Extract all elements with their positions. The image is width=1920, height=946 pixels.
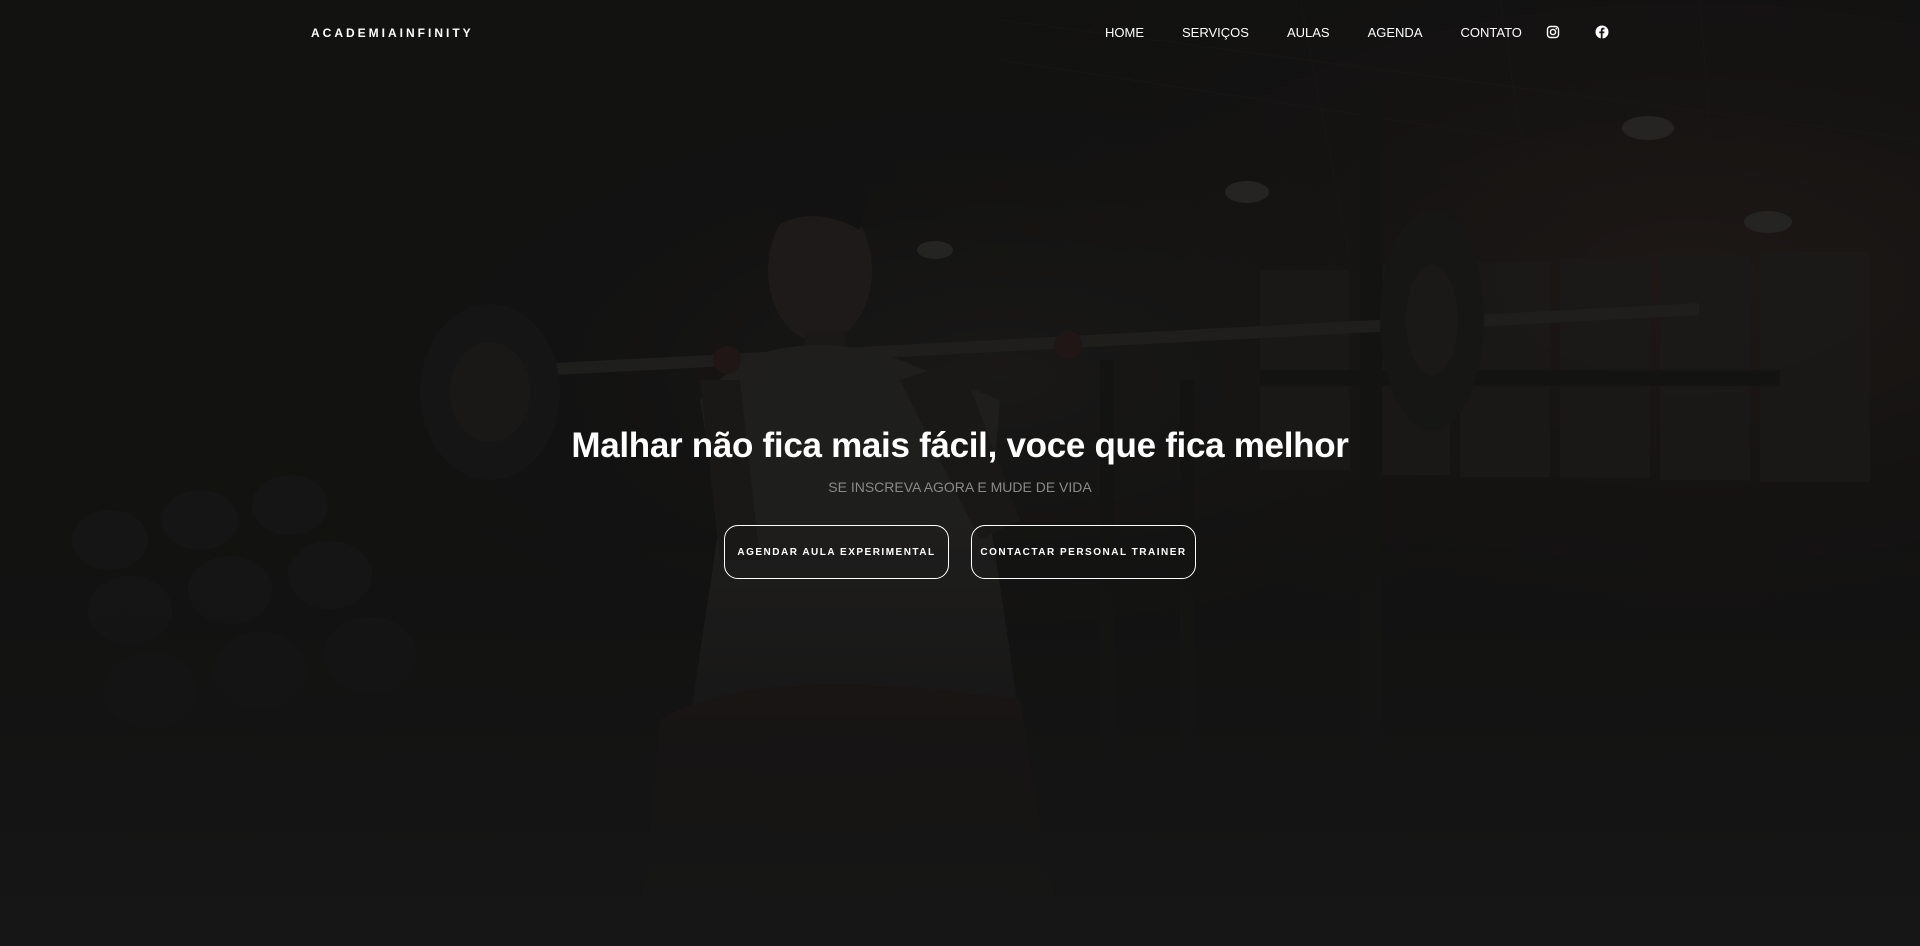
nav-home[interactable]: HOME bbox=[1105, 25, 1144, 40]
nav-agenda[interactable]: AGENDA bbox=[1368, 25, 1423, 40]
facebook-icon[interactable] bbox=[1595, 25, 1609, 39]
hero-section: ACADEMIAINFINITY HOME SERVIÇOS AULAS AGE… bbox=[0, 0, 1920, 946]
nav-aulas[interactable]: AULAS bbox=[1287, 25, 1330, 40]
top-navbar: ACADEMIAINFINITY HOME SERVIÇOS AULAS AGE… bbox=[0, 0, 1920, 66]
hero-content: Malhar não fica mais fácil, voce que fic… bbox=[0, 426, 1920, 579]
nav-servicos[interactable]: SERVIÇOS bbox=[1182, 25, 1249, 40]
cta-button-row: AGENDAR AULA EXPERIMENTAL CONTACTAR PERS… bbox=[0, 525, 1920, 579]
schedule-trial-class-button[interactable]: AGENDAR AULA EXPERIMENTAL bbox=[724, 525, 949, 579]
hero-subheadline: SE INSCREVA AGORA E MUDE DE VIDA bbox=[828, 479, 1092, 495]
nav-links: HOME SERVIÇOS AULAS AGENDA CONTATO bbox=[1105, 25, 1560, 40]
contact-personal-trainer-button[interactable]: CONTACTAR PERSONAL TRAINER bbox=[971, 525, 1196, 579]
hero-headline: Malhar não fica mais fácil, voce que fic… bbox=[571, 426, 1349, 465]
instagram-icon[interactable] bbox=[1546, 25, 1560, 39]
nav-contato[interactable]: CONTATO bbox=[1461, 25, 1522, 40]
brand-logo[interactable]: ACADEMIAINFINITY bbox=[311, 26, 474, 40]
